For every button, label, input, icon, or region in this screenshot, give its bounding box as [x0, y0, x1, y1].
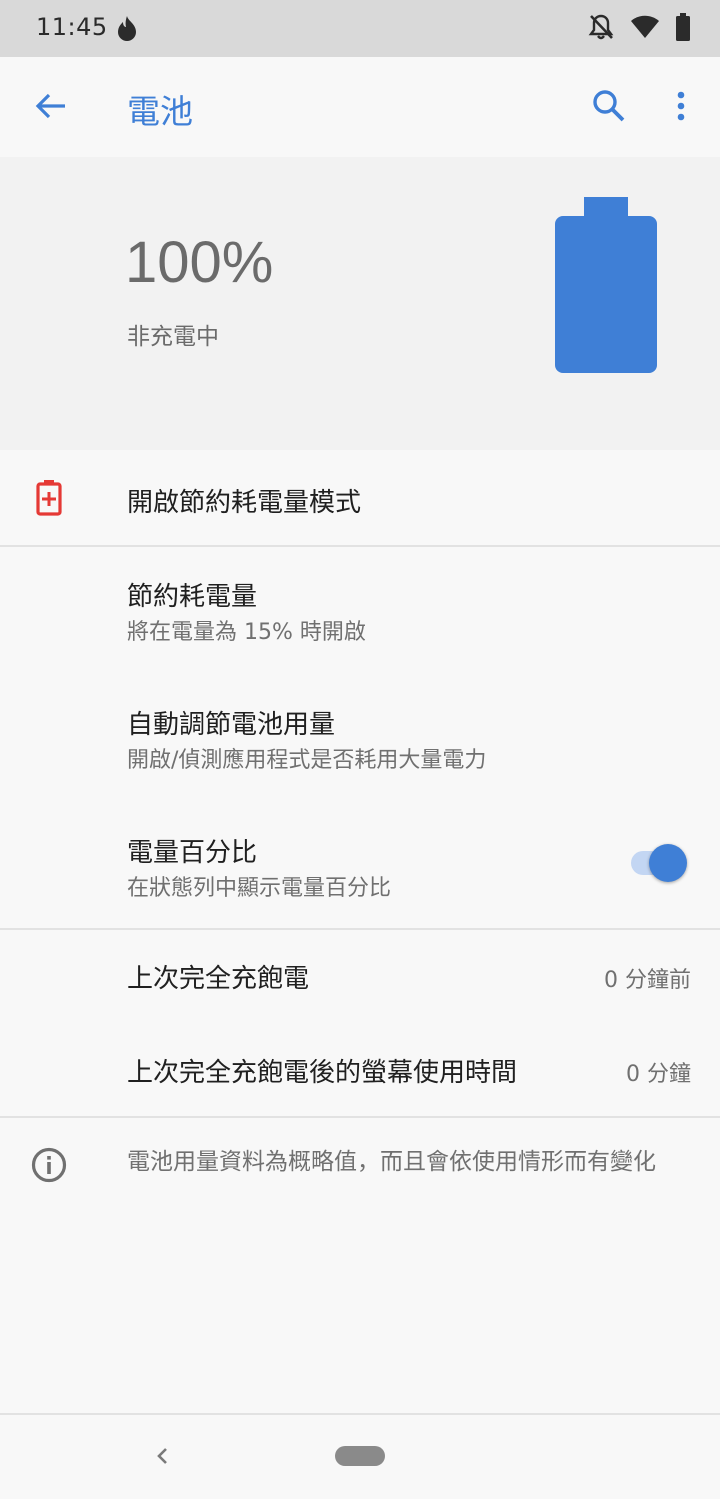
- battery-saver-title: 節約耗電量: [127, 582, 258, 612]
- battery-header: 100% 非充電中: [0, 157, 720, 450]
- battery-percentage-toggle[interactable]: [629, 843, 689, 883]
- last-full-charge-title: 上次完全充飽電: [127, 964, 310, 994]
- battery-saver-item[interactable]: 節約耗電量 將在電量為 15% 時開啟: [0, 547, 720, 673]
- screen-usage-title: 上次完全充飽電後的螢幕使用時間: [127, 1058, 518, 1088]
- navigation-bar: [0, 1413, 720, 1499]
- page-title: 電池: [127, 92, 193, 131]
- adaptive-battery-summary: 開啟/偵測應用程式是否耗用大量電力: [127, 748, 487, 773]
- battery-percentage-title: 電量百分比: [127, 838, 258, 868]
- last-full-charge-value: 0 分鐘前: [604, 968, 691, 993]
- battery-level-icon: [555, 197, 657, 373]
- status-icons: [588, 13, 690, 45]
- battery-icon: [676, 13, 690, 45]
- info-icon: [31, 1147, 67, 1183]
- status-time: 11:45: [36, 13, 108, 41]
- battery-saver-suggestion[interactable]: 開啟節約耗電量模式: [0, 450, 720, 546]
- battery-usage-disclaimer: 電池用量資料為概略值，而且會依使用情形而有變化: [127, 1149, 656, 1175]
- wifi-icon: [630, 15, 660, 43]
- last-full-charge-item[interactable]: 上次完全充飽電 0 分鐘前: [0, 930, 720, 1022]
- search-button[interactable]: [582, 79, 636, 133]
- battery-saver-icon: [36, 480, 62, 516]
- status-bar: 11:45: [0, 0, 720, 57]
- divider: [0, 1116, 720, 1118]
- screen-usage-item[interactable]: 上次完全充飽電後的螢幕使用時間 0 分鐘: [0, 1024, 720, 1116]
- notifications-off-icon: [588, 13, 614, 45]
- more-options-button[interactable]: [658, 79, 704, 133]
- flame-icon: [114, 15, 140, 43]
- battery-percentage-item[interactable]: 電量百分比 在狀態列中顯示電量百分比: [0, 803, 720, 929]
- more-vert-icon: [677, 91, 685, 121]
- battery-percentage: 100%: [125, 230, 274, 295]
- adaptive-battery-item[interactable]: 自動調節電池用量 開啟/偵測應用程式是否耗用大量電力: [0, 675, 720, 801]
- adaptive-battery-title: 自動調節電池用量: [127, 710, 336, 740]
- app-bar: 電池: [0, 57, 720, 157]
- nav-home-pill[interactable]: [335, 1446, 385, 1466]
- arrow-back-icon: [35, 93, 65, 119]
- charging-status: 非充電中: [127, 324, 219, 350]
- search-icon: [593, 90, 625, 122]
- back-button[interactable]: [24, 79, 78, 133]
- battery-percentage-summary: 在狀態列中顯示電量百分比: [127, 876, 392, 901]
- toggle-thumb: [649, 844, 687, 882]
- nav-back-icon[interactable]: [148, 1441, 178, 1471]
- screen-usage-value: 0 分鐘: [626, 1062, 691, 1087]
- battery-saver-summary: 將在電量為 15% 時開啟: [127, 620, 366, 645]
- battery-saver-action-label: 開啟節約耗電量模式: [127, 488, 362, 518]
